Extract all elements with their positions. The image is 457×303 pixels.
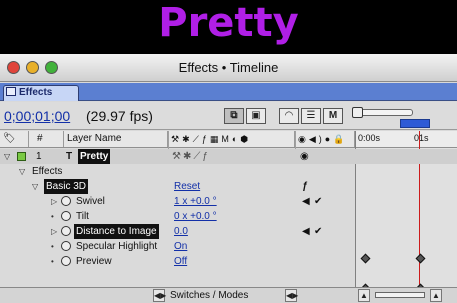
twirl-down-icon[interactable]: ▽: [32, 179, 38, 194]
stopwatch-icon[interactable]: [61, 196, 71, 206]
status-bar: ◀▶ Switches / Modes ◀▶ ▲ ▲: [0, 287, 457, 303]
tilt-label: Tilt: [76, 211, 89, 222]
effects-group-label: Effects: [32, 166, 63, 177]
scroll-left-arrow-icon[interactable]: ◀▶: [153, 289, 166, 302]
effects-group-row[interactable]: ▽ Effects: [0, 164, 457, 179]
reset-link[interactable]: Reset: [174, 179, 200, 194]
stopwatch-icon[interactable]: [61, 211, 71, 221]
tab-effects-label: Effects: [19, 87, 53, 98]
banner-title: Pretty: [158, 0, 299, 46]
keyframe-check-icon[interactable]: ✔: [314, 224, 322, 239]
specular-label: Specular Highlight: [76, 241, 158, 252]
work-area-slider[interactable]: [358, 109, 413, 116]
column-number-header[interactable]: #: [29, 131, 64, 147]
time-ruler[interactable]: 0:00s 01s: [356, 131, 457, 148]
composition-icon: [6, 87, 16, 96]
window-title: Effects • Timeline: [178, 60, 279, 75]
basic3d-effect-name[interactable]: Basic 3D: [44, 179, 89, 194]
tab-effects[interactable]: Effects: [3, 85, 79, 101]
basic3d-effect-row[interactable]: ▽ Basic 3D Reset ƒ: [0, 179, 457, 194]
scroll-right-arrow-icon[interactable]: ◀▶: [285, 289, 298, 302]
switches-modes-toggle[interactable]: Switches / Modes: [170, 289, 248, 303]
timeline-window: Effects • Timeline Effects 0;00;01;00 (2…: [0, 54, 457, 303]
time-info-bar: 0;00;01;00 (29.97 fps) ⧉ ▣ ◠ ☰ M ▾: [0, 102, 457, 130]
property-row-distance[interactable]: ▷ Distance to Image 0.0 ◀ ✔: [0, 224, 457, 239]
text-layer-icon: T: [66, 151, 73, 162]
effect-fx-icon[interactable]: ƒ: [302, 179, 308, 194]
swivel-label: Swivel: [76, 196, 105, 207]
distance-label[interactable]: Distance to Image: [74, 224, 159, 239]
twirl-right-icon[interactable]: ▷: [51, 224, 57, 239]
distance-value[interactable]: 0.0: [174, 224, 188, 239]
ruler-mark-label: 01s: [414, 133, 429, 143]
marker-button[interactable]: M: [323, 108, 343, 124]
layer-row[interactable]: ▽ 1 T Pretty ⚒✱⟋ƒ ◉: [0, 149, 457, 164]
tab-bar: Effects: [0, 83, 457, 101]
time-navigator-pointer-icon[interactable]: ▾: [412, 116, 418, 130]
layer-rows: ▽ 1 T Pretty ⚒✱⟋ƒ ◉ ▽ Effects ▽ Basic 3D…: [0, 149, 457, 287]
label-color-swatch[interactable]: [17, 152, 26, 161]
title-bar[interactable]: Effects • Timeline: [0, 54, 457, 82]
swivel-value[interactable]: 1 x +0.0 °: [174, 194, 217, 209]
bullet-icon: •: [51, 257, 54, 266]
specular-value[interactable]: On: [174, 239, 187, 254]
layer-switches-icon[interactable]: ⚒✱⟋ƒ: [172, 149, 210, 164]
keyframe-nav-prev-icon[interactable]: ◀: [302, 224, 310, 239]
bullet-icon: •: [51, 212, 54, 221]
banner: Pretty: [0, 0, 457, 54]
work-area-start-handle[interactable]: [352, 107, 363, 118]
tilt-value[interactable]: 0 x +0.0 °: [174, 209, 217, 224]
switches-icons: ⚒✱⟋ƒ▦M◐⬢: [168, 131, 295, 147]
property-row-preview[interactable]: • Preview Off: [0, 254, 457, 269]
motion-blur-icon[interactable]: ◠: [279, 108, 299, 124]
keyframe-nav-prev-icon[interactable]: ◀: [302, 194, 310, 209]
video-eye-icon[interactable]: ◉: [300, 149, 309, 164]
property-row-tilt[interactable]: • Tilt 0 x +0.0 °: [0, 209, 457, 224]
stopwatch-icon[interactable]: [61, 226, 71, 236]
zoom-out-icon[interactable]: ▲: [358, 289, 370, 302]
layer-number: 1: [36, 151, 42, 162]
stopwatch-icon[interactable]: [61, 241, 71, 251]
twirl-right-icon[interactable]: ▷: [51, 194, 57, 209]
zoom-slider[interactable]: [375, 292, 425, 298]
bullet-icon: •: [51, 242, 54, 251]
current-time-display[interactable]: 0;00;01;00: [4, 108, 70, 124]
twirl-down-icon[interactable]: ▽: [19, 164, 25, 179]
twirl-down-icon[interactable]: ▽: [4, 149, 10, 164]
stopwatch-icon[interactable]: [61, 256, 71, 266]
layer-name[interactable]: Pretty: [78, 149, 111, 164]
keyframe-check-icon[interactable]: ✔: [314, 194, 322, 209]
frame-rate-label: (29.97 fps): [86, 108, 153, 124]
shy-layers-icon[interactable]: ☰: [301, 108, 321, 124]
label-column-icon[interactable]: 🏷: [0, 131, 29, 147]
layer-window-icon[interactable]: ▣: [246, 108, 266, 124]
zoom-in-icon[interactable]: ▲: [430, 289, 442, 302]
preview-value[interactable]: Off: [174, 254, 187, 269]
av-feature-icons: ◉◀)●🔒: [295, 131, 355, 147]
ruler-start-label: 0:00s: [358, 133, 381, 143]
preview-label: Preview: [76, 256, 112, 267]
column-layer-name-header[interactable]: Layer Name: [64, 131, 168, 147]
comp-button-icon[interactable]: ⧉: [224, 108, 244, 124]
property-row-swivel[interactable]: ▷ Swivel 1 x +0.0 ° ◀ ✔: [0, 194, 457, 209]
property-row-specular[interactable]: • Specular Highlight On: [0, 239, 457, 254]
